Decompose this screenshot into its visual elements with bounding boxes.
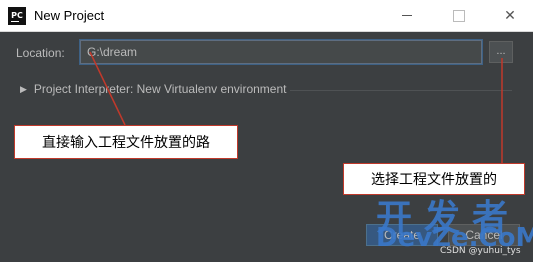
chevron-right-icon: ▶: [20, 83, 27, 94]
browse-button[interactable]: ...: [489, 41, 513, 63]
close-icon: ✕: [504, 7, 516, 23]
location-input[interactable]: G:\dream: [80, 40, 482, 64]
annotation-location-note: 直接输入工程文件放置的路: [14, 125, 238, 159]
watermark-author: CSDN @yuhui_tys: [440, 246, 521, 256]
window-title-bar: PC New Project ✕: [0, 0, 533, 32]
project-interpreter-toggle[interactable]: ▶ Project Interpreter: New Virtualenv en…: [20, 82, 286, 96]
location-label: Location:: [16, 46, 65, 60]
minimize-icon: [402, 15, 412, 16]
maximize-icon: [453, 9, 465, 22]
pycharm-app-icon: PC: [8, 7, 26, 25]
section-divider: [290, 90, 512, 91]
window-title: New Project: [34, 8, 105, 23]
minimize-button[interactable]: [384, 0, 430, 31]
maximize-button[interactable]: [436, 0, 482, 31]
close-button[interactable]: ✕: [487, 0, 533, 31]
project-interpreter-label: Project Interpreter: New Virtualenv envi…: [33, 82, 287, 96]
